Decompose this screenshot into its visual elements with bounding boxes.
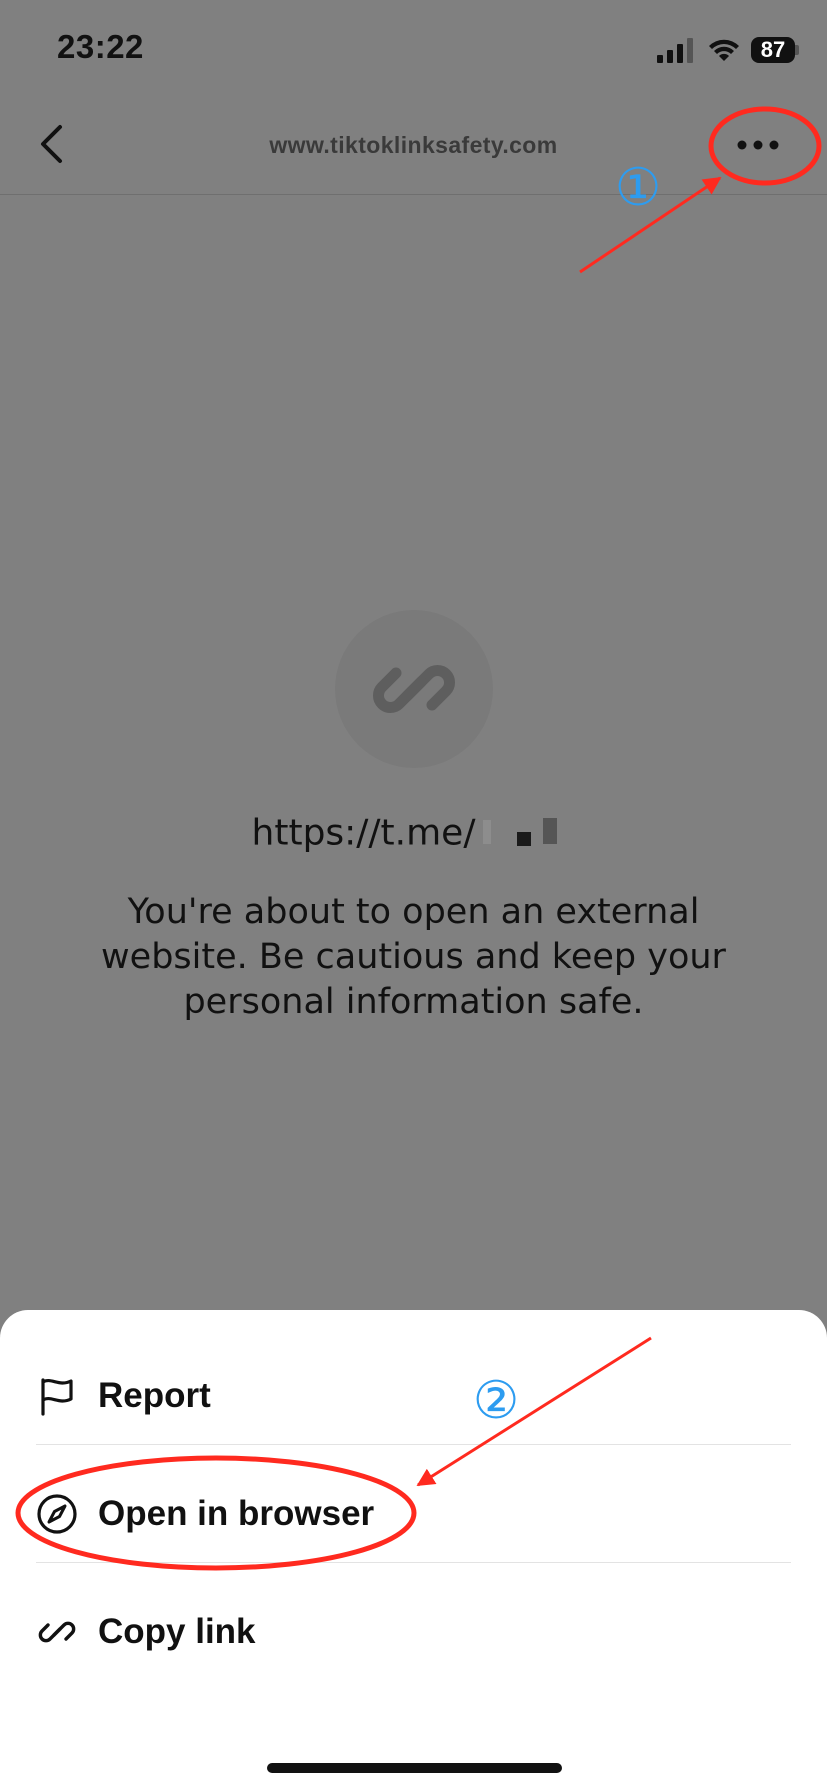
menu-item-copy-link[interactable]: Copy link: [0, 1573, 827, 1691]
redacted-url-mark: [475, 812, 575, 857]
more-options-button[interactable]: [729, 122, 787, 168]
external-url-text: https://t.me/: [251, 812, 476, 854]
menu-item-label: Copy link: [98, 1612, 256, 1651]
status-icons: 87: [657, 32, 799, 68]
options-sheet: Report Open in browser Copy link: [0, 1310, 827, 1790]
home-indicator[interactable]: [267, 1763, 562, 1773]
menu-divider: [36, 1562, 791, 1563]
navigation-bar: www.tiktoklinksafety.com: [0, 96, 827, 195]
menu-item-label: Open in browser: [98, 1494, 375, 1533]
compass-icon: [36, 1493, 78, 1535]
battery-level: 87: [751, 37, 795, 63]
link-icon: [373, 665, 455, 713]
flag-icon: [36, 1375, 78, 1417]
external-site-warning: You're about to open an external website…: [101, 892, 726, 1022]
menu-item-report[interactable]: Report: [0, 1337, 827, 1455]
menu-item-open-in-browser[interactable]: Open in browser: [0, 1455, 827, 1573]
more-horizontal-icon: [737, 140, 779, 150]
signal-icon: [657, 38, 693, 63]
link-icon: [36, 1611, 78, 1653]
battery-icon: 87: [751, 37, 799, 63]
page-url-title: www.tiktoklinksafety.com: [269, 132, 558, 158]
menu-divider: [36, 1444, 791, 1445]
external-url: https://t.me/: [0, 812, 827, 857]
menu-item-label: Report: [98, 1376, 211, 1415]
link-badge: [335, 610, 493, 768]
screen: 23:22 87 www.tiktoklinksafety.com https:…: [0, 0, 827, 1790]
wifi-icon: [709, 39, 739, 61]
status-time: 23:22: [57, 28, 144, 65]
